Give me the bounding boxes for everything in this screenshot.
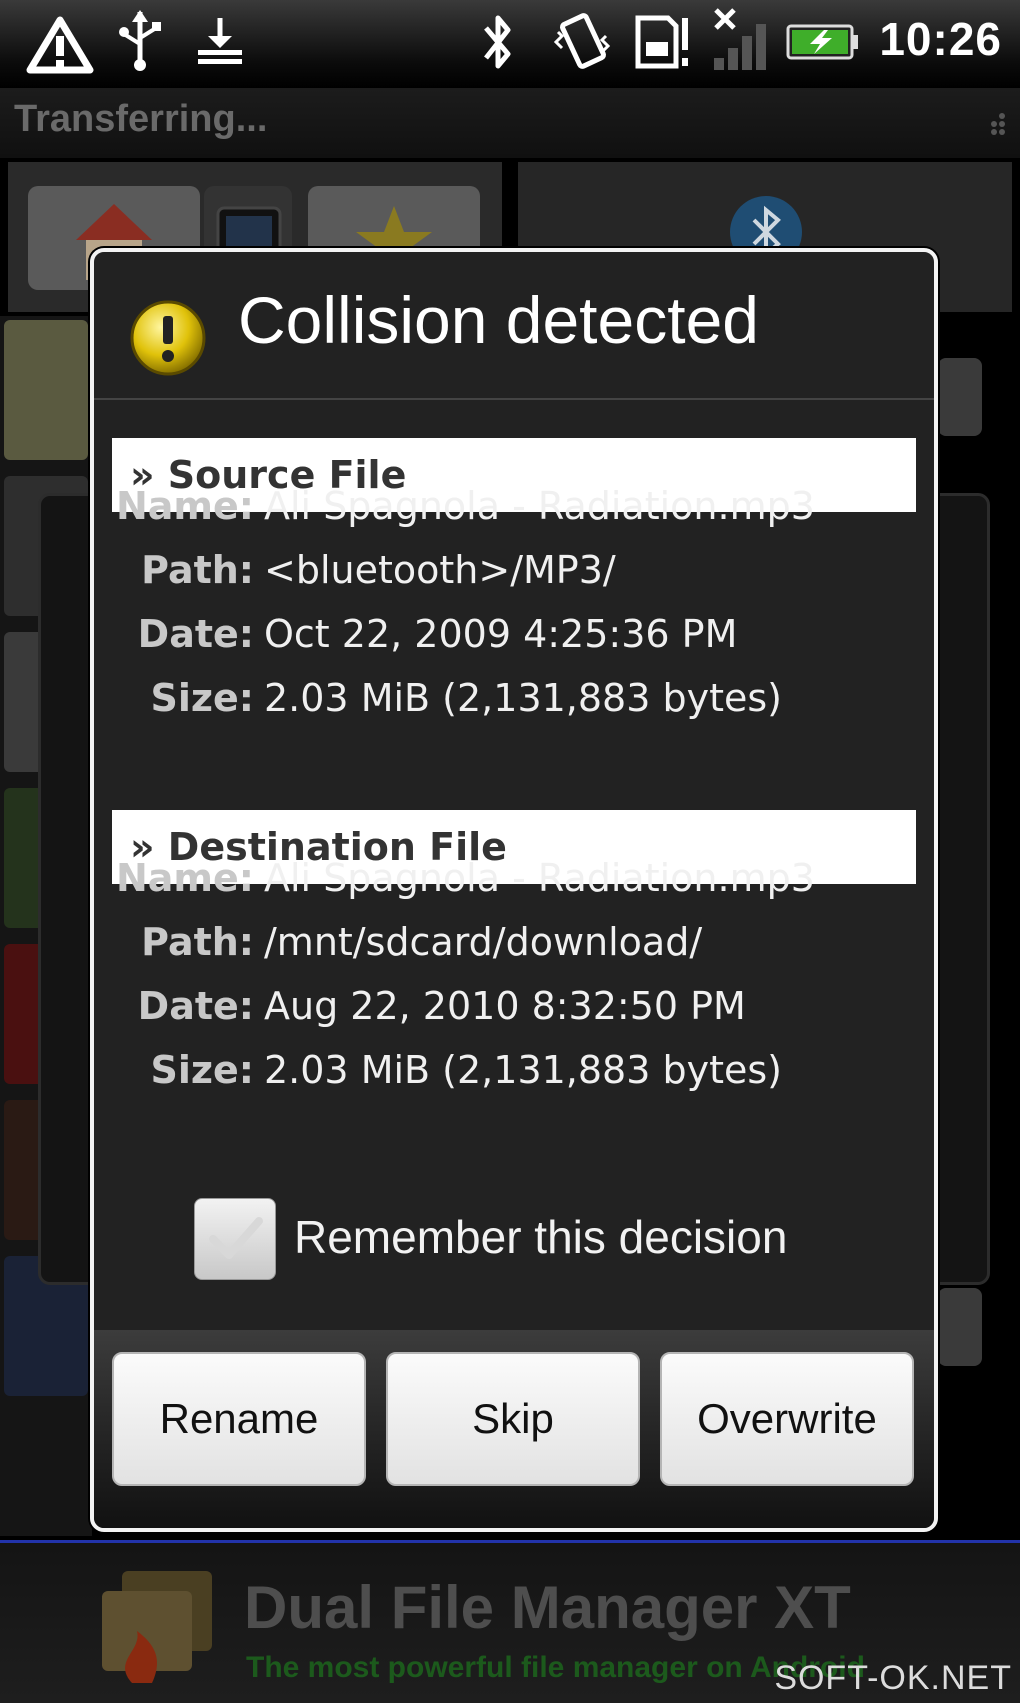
usb-icon bbox=[119, 10, 161, 71]
checkmark-icon bbox=[209, 1217, 263, 1259]
destination-path-value: /mnt/sdcard/download/ bbox=[264, 920, 703, 964]
source-date-row: Date: Oct 22, 2009 4:25:36 PM bbox=[94, 612, 934, 676]
dialog-button-bar: Rename Skip Overwrite bbox=[94, 1330, 934, 1528]
collision-dialog: Collision detected » Source File Name: A… bbox=[90, 248, 938, 1532]
bluetooth-icon bbox=[484, 15, 511, 69]
source-path-value: <bluetooth>/MP3/ bbox=[264, 548, 616, 592]
dialog-header: Collision detected bbox=[94, 252, 934, 398]
grip-icon bbox=[991, 113, 1005, 135]
rename-button[interactable]: Rename bbox=[112, 1352, 366, 1486]
remember-decision-row[interactable]: Remember this decision bbox=[94, 1192, 934, 1282]
source-date-value: Oct 22, 2009 4:25:36 PM bbox=[264, 612, 738, 656]
vibrate-icon bbox=[553, 13, 611, 69]
background-checkbox bbox=[938, 358, 982, 436]
name-label: Name: bbox=[115, 856, 254, 900]
source-size-row: Size: 2.03 MiB (2,131,883 bytes) bbox=[94, 676, 934, 740]
remember-checkbox[interactable] bbox=[194, 1198, 276, 1280]
ad-banner[interactable]: Dual File Manager XT The most powerful f… bbox=[0, 1540, 1020, 1703]
size-label: Size: bbox=[150, 676, 254, 720]
no-signal-icon bbox=[714, 8, 766, 70]
app-title: Transferring... bbox=[14, 98, 268, 140]
banner-title: Dual File Manager XT bbox=[244, 1574, 851, 1641]
remember-label[interactable]: Remember this decision bbox=[294, 1210, 787, 1264]
divider bbox=[94, 398, 934, 400]
warning-icon bbox=[26, 16, 94, 74]
destination-size-row: Size: 2.03 MiB (2,131,883 bytes) bbox=[94, 1048, 934, 1112]
folder-logo-icon bbox=[102, 1571, 212, 1683]
app-title-bar: Transferring... bbox=[0, 88, 1020, 160]
destination-size-value: 2.03 MiB (2,131,883 bytes) bbox=[264, 1048, 782, 1092]
destination-date-row: Date: Aug 22, 2010 8:32:50 PM bbox=[94, 984, 934, 1048]
destination-date-value: Aug 22, 2010 8:32:50 PM bbox=[264, 984, 746, 1028]
banner-tagline: The most powerful file manager on Androi… bbox=[246, 1651, 865, 1684]
name-label: Name: bbox=[115, 484, 254, 528]
destination-path-row: Path: /mnt/sdcard/download/ bbox=[94, 920, 934, 984]
thumbnail bbox=[4, 320, 88, 460]
date-label: Date: bbox=[137, 612, 254, 656]
skip-button[interactable]: Skip bbox=[386, 1352, 640, 1486]
overwrite-button[interactable]: Overwrite bbox=[660, 1352, 914, 1486]
status-bar: 10:26 bbox=[0, 0, 1020, 88]
date-label: Date: bbox=[137, 984, 254, 1028]
clock: 10:26 bbox=[879, 13, 1002, 65]
watermark-text: SOFT-OK.NET bbox=[774, 1659, 1012, 1697]
sd-card-alert-icon bbox=[635, 15, 688, 69]
destination-name-row: Name: Ali Spagnola - Radiation.mp3 bbox=[94, 856, 934, 920]
warning-icon bbox=[130, 300, 206, 376]
source-path-row: Path: <bluetooth>/MP3/ bbox=[94, 548, 934, 612]
source-name-value: Ali Spagnola - Radiation.mp3 bbox=[264, 484, 815, 528]
source-size-value: 2.03 MiB (2,131,883 bytes) bbox=[264, 676, 782, 720]
download-icon bbox=[198, 18, 242, 64]
dialog-title: Collision detected bbox=[238, 283, 759, 357]
source-name-row: Name: Ali Spagnola - Radiation.mp3 bbox=[94, 484, 934, 548]
background-checkbox bbox=[938, 1288, 982, 1366]
destination-name-value: Ali Spagnola - Radiation.mp3 bbox=[264, 856, 815, 900]
battery-charging-icon bbox=[786, 24, 858, 60]
size-label: Size: bbox=[150, 1048, 254, 1092]
path-label: Path: bbox=[141, 920, 254, 964]
path-label: Path: bbox=[141, 548, 254, 592]
